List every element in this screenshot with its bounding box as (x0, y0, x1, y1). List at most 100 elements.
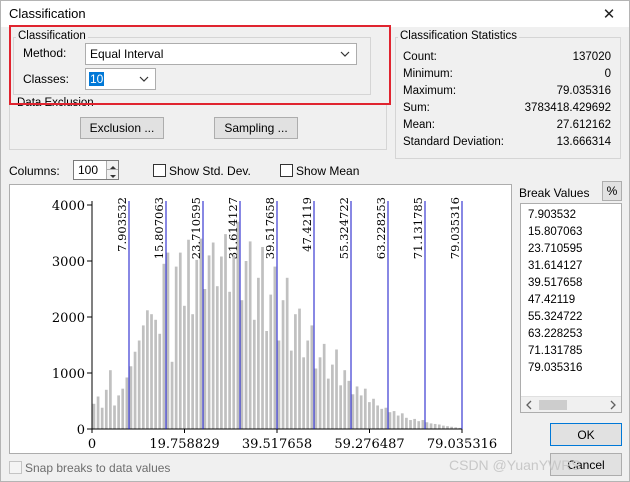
break-label: 39.517658 (263, 197, 277, 259)
histogram-bar (277, 340, 281, 429)
histogram-bar (211, 242, 215, 429)
show-std-dev-checkbox[interactable] (153, 164, 166, 177)
stat-label: Minimum: (403, 68, 453, 80)
histogram-bar (314, 368, 318, 429)
break-value-item[interactable]: 79.035316 (528, 362, 582, 374)
y-tick-label: 1000 (52, 367, 85, 382)
histogram-bar (363, 388, 367, 429)
percent-button[interactable]: % (602, 181, 622, 201)
break-label: 47.42119 (300, 197, 314, 252)
break-value-item[interactable]: 47.42119 (528, 294, 575, 306)
stat-row: Sum: 3783418.429692 (403, 102, 611, 119)
horizontal-scrollbar[interactable] (521, 396, 621, 412)
break-value-item[interactable]: 23.710595 (528, 243, 582, 255)
statistics-table: Count: 137020 Minimum: 0 Maximum: 79.035316… (395, 51, 619, 151)
x-tick-label: 19.758829 (149, 437, 219, 452)
histogram-bar (203, 289, 207, 429)
break-value-item[interactable]: 15.807063 (528, 226, 582, 238)
histogram-bar (409, 420, 412, 429)
histogram-bar (92, 403, 96, 429)
break-values-list[interactable]: 7.903532 15.807063 23.710595 31.614127 3… (520, 203, 622, 413)
histogram-bar (388, 412, 392, 429)
stat-label: Sum: (403, 102, 430, 114)
spin-up-button[interactable] (106, 161, 118, 170)
histogram-bar (322, 343, 326, 429)
stat-value: 79.035316 (556, 85, 611, 97)
columns-value: 100 (78, 163, 99, 177)
histogram-bar (359, 395, 363, 429)
break-value-item[interactable]: 39.517658 (528, 277, 582, 289)
histogram-bar (207, 255, 211, 429)
histogram-bar (405, 417, 408, 429)
histogram-bar (96, 396, 100, 429)
histogram-bar (413, 418, 416, 429)
show-mean-checkbox[interactable] (280, 164, 293, 177)
break-label: 79.035316 (448, 197, 462, 259)
histogram-bar (158, 333, 162, 429)
close-icon: ✕ (602, 6, 616, 23)
histogram-bar (154, 319, 157, 429)
histogram-bar (133, 351, 137, 429)
sampling-button[interactable]: Sampling ... (214, 117, 298, 139)
histogram-bar (392, 411, 396, 429)
columns-spinner[interactable]: 100 (73, 160, 119, 180)
exclusion-button[interactable]: Exclusion ... (80, 117, 164, 139)
spin-down-button[interactable] (106, 170, 118, 179)
histogram-bar (400, 413, 404, 429)
scroll-left-icon[interactable] (521, 397, 537, 413)
break-value-item[interactable]: 63.228253 (528, 328, 582, 340)
break-label: 31.614127 (226, 197, 240, 259)
histogram-bar (109, 370, 112, 429)
stat-row: Mean: 27.612162 (403, 119, 611, 136)
scrollbar-thumb[interactable] (539, 400, 567, 410)
histogram-bar (347, 380, 351, 429)
show-mean-label: Show Mean (296, 164, 360, 178)
histogram-panel[interactable]: 0 1000 2000 3000 4000 0 19.758829 39.517658 59.2… (9, 184, 512, 454)
histogram-bar (187, 239, 190, 429)
stat-value: 0 (604, 68, 611, 80)
histogram-bar (433, 423, 437, 429)
snap-breaks-label: Snap breaks to data values (25, 461, 171, 475)
histogram-bar (121, 388, 125, 429)
break-label: 15.807063 (152, 197, 166, 259)
histogram-bar (117, 395, 120, 429)
histogram-bar (318, 357, 322, 429)
stat-row: Standard Deviation: 13.666314 (403, 136, 611, 153)
exclusion-button-label: Exclusion ... (89, 121, 155, 135)
x-tick-label: 39.517658 (242, 437, 312, 452)
histogram-bar (302, 357, 305, 429)
snap-breaks-checkbox[interactable] (9, 461, 22, 474)
histogram-bar (170, 361, 174, 429)
histogram-bar (326, 378, 330, 429)
histogram-bar (104, 389, 108, 429)
break-value-item[interactable]: 55.324722 (528, 311, 582, 323)
window-title: Classification (9, 6, 86, 21)
break-value-item[interactable]: 31.614127 (528, 260, 582, 272)
columns-label: Columns: (9, 164, 60, 178)
break-value-item[interactable]: 7.903532 (528, 209, 576, 221)
x-tick-label: 79.035316 (427, 437, 497, 452)
histogram-bar (298, 308, 301, 429)
histogram-bar (257, 277, 260, 429)
histogram-bar (174, 266, 178, 429)
histogram-bar (199, 238, 203, 429)
histogram-bar (269, 294, 273, 429)
break-label: 23.710595 (189, 197, 203, 259)
histogram-bar (146, 310, 149, 429)
ok-button[interactable]: OK (550, 423, 622, 446)
title-bar: Classification ✕ (1, 1, 629, 27)
data-exclusion-group (9, 104, 387, 150)
stat-label: Maximum: (403, 85, 457, 97)
histogram-chart[interactable]: 0 1000 2000 3000 4000 0 19.758829 39.517658 59.2… (10, 185, 511, 453)
histogram-bar (429, 423, 433, 429)
classification-dialog: Classification ✕ Classification Method: … (0, 0, 630, 482)
histogram-bar (191, 314, 194, 429)
scroll-right-icon[interactable] (605, 397, 621, 413)
histogram-bar (372, 398, 375, 429)
break-value-item[interactable]: 71.131785 (528, 345, 582, 357)
close-button[interactable]: ✕ (591, 1, 627, 27)
break-label: 63.228253 (374, 197, 388, 259)
highlight-annotation (9, 25, 391, 105)
histogram-bar (195, 259, 199, 429)
histogram-bar (178, 252, 182, 429)
